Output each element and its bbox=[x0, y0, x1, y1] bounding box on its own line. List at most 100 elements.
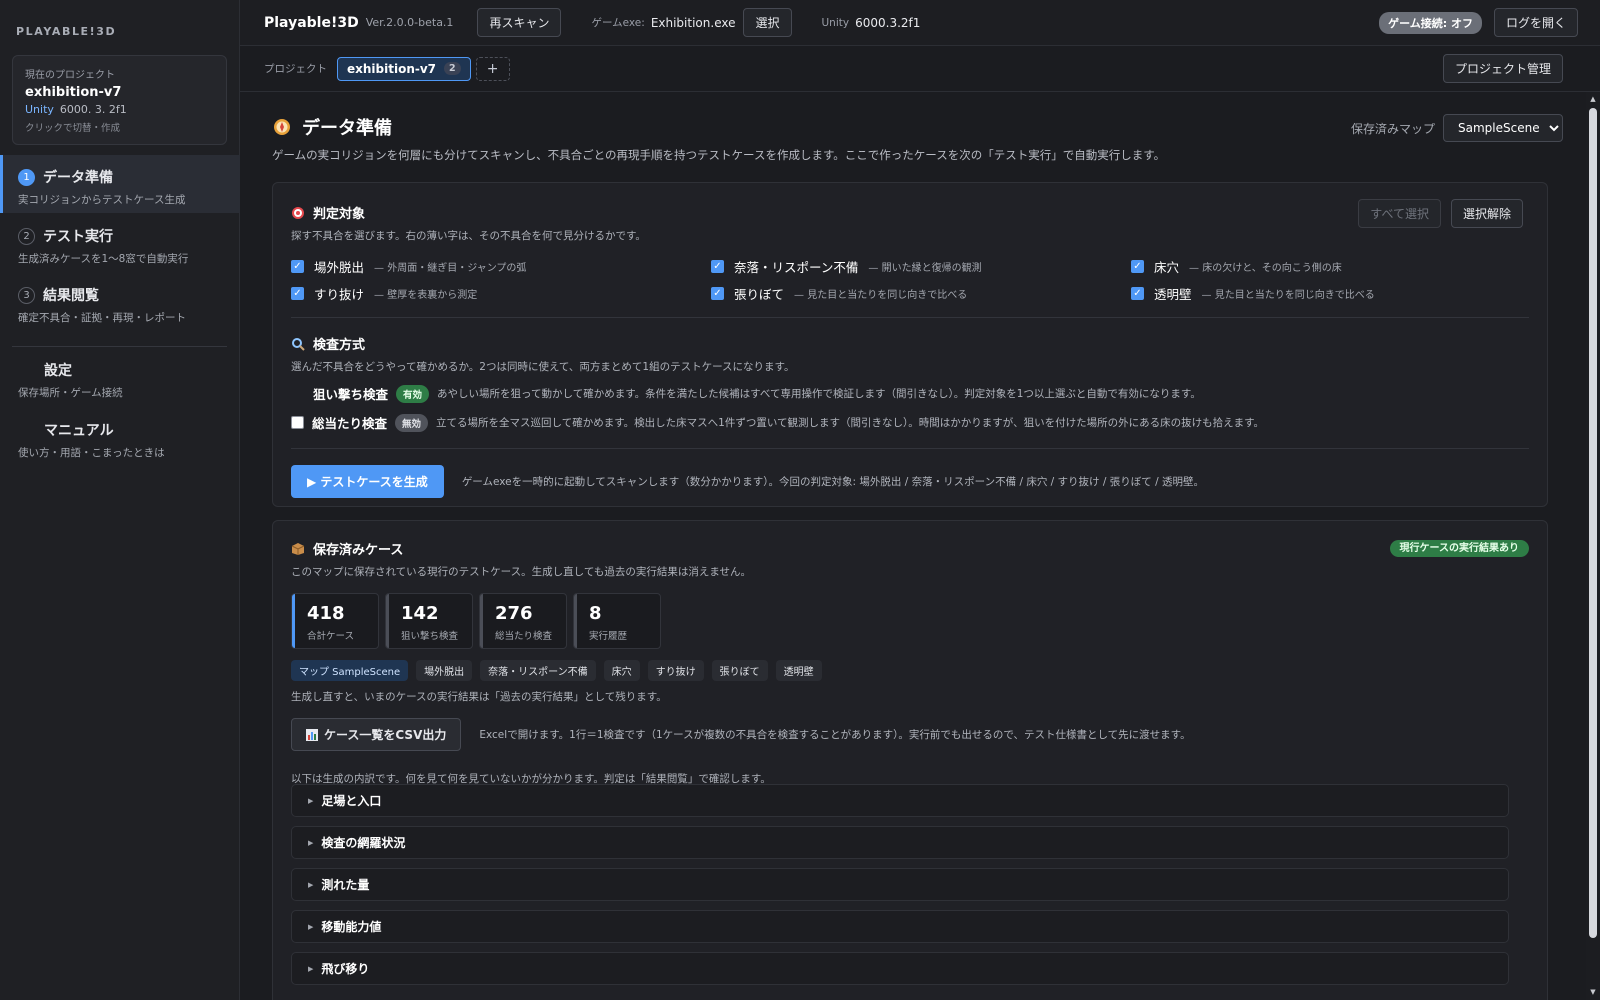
saved-cases-badge-wrap: 現行ケースの実行結果あり bbox=[1389, 539, 1529, 557]
saved-map-select[interactable]: SampleScene bbox=[1443, 114, 1563, 142]
connection-status-badge: ゲーム接続: オフ bbox=[1379, 11, 1482, 34]
sidebar-item-data-prep[interactable]: 1 データ準備 実コリジョンからテストケース生成 bbox=[0, 155, 240, 213]
scroll-up-icon[interactable]: ▲ bbox=[1589, 95, 1597, 103]
method-targeted: 狙い撃ち検査 有効 あやしい場所を狙って動かして確かめます。条件を満たした候補は… bbox=[291, 384, 1529, 403]
sidebar-item-test-run[interactable]: 2 テスト実行 生成済みケースを1〜8窓で自動実行 bbox=[0, 226, 240, 276]
unity-version: 6000. 3. 2f1 bbox=[59, 103, 127, 116]
accordion-jumps[interactable]: ▶ 飛び移り bbox=[291, 952, 1509, 985]
target-note: — 床の欠けと、その向こう側の床 bbox=[1189, 263, 1342, 274]
select-all-button[interactable]: すべて選択 bbox=[1358, 199, 1441, 228]
step-number: 3 bbox=[18, 286, 35, 304]
add-project-button[interactable]: + bbox=[475, 56, 510, 81]
triangle-right-icon: ▶ bbox=[308, 922, 314, 931]
project-unity-version: Unity 6000. 3. 2f1 bbox=[25, 103, 214, 116]
saved-map-label: 保存済みマップ bbox=[1350, 121, 1435, 136]
generate-row: ▶ テストケースを生成 ゲームexeを一時的に起動してスキャンします（数分かかり… bbox=[291, 465, 1529, 498]
chip-row: マップ SampleScene 場外脱出 奈落・リスポーン不備 床穴 すり抜け … bbox=[291, 660, 1529, 681]
target-note: — 開いた縁と復帰の観測 bbox=[868, 263, 982, 274]
checkbox-checked[interactable]: ✓ bbox=[711, 260, 724, 273]
scrollbar-thumb[interactable] bbox=[1589, 108, 1597, 938]
stat-value: 276 bbox=[495, 603, 533, 624]
accordion-label: 飛び移り bbox=[321, 962, 370, 976]
checkbox-checked[interactable]: ✓ bbox=[291, 287, 304, 300]
sidebar-item-sub: 確定不具合・証拠・再現・レポート bbox=[18, 312, 186, 324]
current-project-card[interactable]: 現在のプロジェクト exhibition-v7 Unity 6000. 3. 2f… bbox=[12, 55, 227, 145]
select-exe-button[interactable]: 選択 bbox=[743, 8, 792, 37]
magnifier-icon bbox=[291, 337, 305, 351]
methods-title: 検査方式 bbox=[291, 334, 1529, 353]
targets-description: 探す不具合を選びます。右の薄い字は、その不具合を何で見分けるかです。 bbox=[291, 230, 646, 242]
status-badge: 有効 bbox=[396, 384, 430, 403]
stat-run-history: 8 実行履歴 bbox=[573, 593, 661, 649]
project-row-label: プロジェクト bbox=[264, 63, 327, 75]
triangle-right-icon: ▶ bbox=[308, 964, 314, 973]
method-label: 狙い撃ち検査 bbox=[313, 387, 389, 402]
target-item: ✓ すり抜け — 壁厚を表裏から測定 bbox=[291, 284, 711, 303]
stats-row: 418 合計ケース 142 狙い撃ち検査 276 総当たり検査 8 実行履歴 bbox=[291, 593, 1529, 649]
divider bbox=[291, 448, 1529, 449]
chip-map: マップ SampleScene bbox=[291, 660, 409, 681]
generate-testcases-button[interactable]: ▶ テストケースを生成 bbox=[291, 465, 444, 498]
deselect-button[interactable]: 選択解除 bbox=[1450, 199, 1523, 228]
open-log-button[interactable]: ログを開く bbox=[1493, 8, 1578, 37]
accordion-label: 検査の網羅状況 bbox=[321, 836, 406, 850]
accordion-footing[interactable]: ▶ 足場と入口 bbox=[291, 784, 1509, 817]
results-exist-badge: 現行ケースの実行結果あり bbox=[1389, 540, 1529, 557]
scroll-down-icon[interactable]: ▼ bbox=[1589, 988, 1597, 996]
targets-title-text: 判定対象 bbox=[313, 207, 366, 222]
project-tab[interactable]: exhibition-v7 2 bbox=[337, 56, 471, 81]
accordion-coverage[interactable]: ▶ 検査の網羅状況 bbox=[291, 826, 1509, 859]
chip: 奈落・リスポーン不備 bbox=[480, 660, 596, 681]
app-title: Playable!3D bbox=[264, 14, 359, 31]
project-card-label: 現在のプロジェクト bbox=[25, 70, 115, 81]
sidebar-item-sub: 使い方・用語・こまったときは bbox=[18, 447, 165, 459]
accordion-measured[interactable]: ▶ 測れた量 bbox=[291, 868, 1509, 901]
stat-label: 合計ケース bbox=[307, 631, 355, 642]
target-icon bbox=[291, 206, 305, 220]
regen-note: 生成し直すと、いまのケースの実行結果は「過去の実行結果」として残ります。 bbox=[291, 691, 667, 703]
saved-cases-title-text: 保存済みケース bbox=[313, 543, 404, 558]
checkbox-unchecked[interactable] bbox=[291, 416, 304, 429]
stat-value: 8 bbox=[589, 603, 602, 624]
stat-value: 418 bbox=[307, 603, 345, 624]
target-select-actions: すべて選択 選択解除 bbox=[1358, 199, 1523, 228]
sidebar-item-manual[interactable]: マニュアル 使い方・用語・こまったときは bbox=[0, 420, 240, 470]
page-title: データ準備 bbox=[302, 118, 392, 139]
csv-note: Excelで開けます。1行＝1検査です（1ケースが複数の不具合を検査することがあ… bbox=[479, 729, 1191, 741]
methods-description: 選んだ不具合をどうやって確かめるか。2つは同時に使えて、両方まとめて1組のテスト… bbox=[291, 361, 795, 373]
checkbox-checked[interactable]: ✓ bbox=[1131, 260, 1144, 273]
triangle-right-icon: ▶ bbox=[308, 880, 314, 889]
target-item: ✓ 床穴 — 床の欠けと、その向こう側の床 bbox=[1131, 257, 1531, 276]
rescan-button[interactable]: 再スキャン bbox=[477, 8, 562, 37]
project-tab-count: 2 bbox=[444, 62, 461, 75]
sidebar-item-label: 結果閲覧 bbox=[43, 288, 99, 304]
target-item: ✓ 張りぼて — 見た目と当たりを同じ向きで比べる bbox=[711, 284, 1131, 303]
project-manage-button[interactable]: プロジェクト管理 bbox=[1442, 54, 1563, 83]
project-card-hint: クリックで切替・作成 bbox=[25, 123, 121, 134]
package-icon bbox=[291, 542, 305, 556]
target-note: — 見た目と当たりを同じ向きで比べる bbox=[794, 290, 968, 301]
accordion-label: 足場と入口 bbox=[321, 794, 382, 808]
chip: 張りぼて bbox=[711, 660, 768, 681]
unity-header-value: 6000.3.2f1 bbox=[855, 15, 921, 30]
stat-value: 142 bbox=[401, 603, 439, 624]
target-item: ✓ 場外脱出 — 外周面・継ぎ目・ジャンプの弧 bbox=[291, 257, 711, 276]
method-description: あやしい場所を狙って動かして確かめます。条件を満たした候補はすべて専用操作で検証… bbox=[437, 388, 1201, 400]
sidebar-item-label: テスト実行 bbox=[43, 229, 113, 245]
target-checkbox-grid: ✓ 場外脱出 — 外周面・継ぎ目・ジャンプの弧 ✓ 奈落・リスポーン不備 — 開いた縁と… bbox=[291, 257, 1529, 303]
app-version: Ver.2.0.0-beta.1 bbox=[365, 16, 454, 29]
checkbox-checked[interactable]: ✓ bbox=[291, 260, 304, 273]
sidebar-item-settings[interactable]: 設定 保存場所・ゲーム接続 bbox=[0, 360, 240, 410]
checkbox-checked[interactable]: ✓ bbox=[711, 287, 724, 300]
checkbox-checked[interactable]: ✓ bbox=[1131, 287, 1144, 300]
page-description: ゲームの実コリジョンを何層にも分けてスキャンし、不具合ごとの再現手順を持つテスト… bbox=[272, 148, 1166, 162]
sidebar: PLAYABLE!3D 現在のプロジェクト exhibition-v7 Unit… bbox=[0, 0, 240, 1000]
sidebar-item-results[interactable]: 3 結果閲覧 確定不具合・証拠・再現・レポート bbox=[0, 285, 240, 335]
generate-note: ゲームexeを一時的に起動してスキャンします（数分かかります）。今回の判定対象:… bbox=[461, 476, 1204, 488]
accordion-mobility[interactable]: ▶ 移動能力値 bbox=[291, 910, 1509, 943]
page-header: データ準備 bbox=[272, 114, 392, 140]
brand-logo: PLAYABLE!3D bbox=[16, 25, 117, 38]
export-csv-button[interactable]: ケース一覧をCSV出力 bbox=[291, 718, 462, 751]
chip: すり抜け bbox=[647, 660, 704, 681]
target-item: ✓ 奈落・リスポーン不備 — 開いた縁と復帰の観測 bbox=[711, 257, 1131, 276]
